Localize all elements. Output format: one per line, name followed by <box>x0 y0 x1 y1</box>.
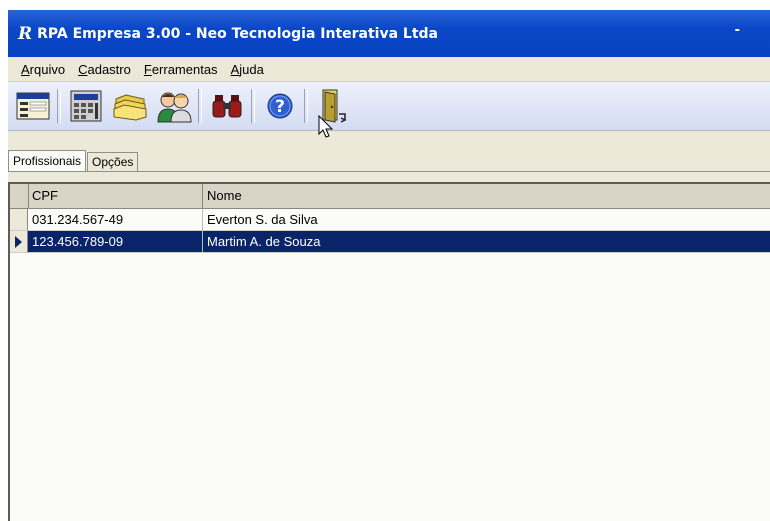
tab-profissionais[interactable]: Profissionais <box>8 150 87 172</box>
help-icon[interactable]: ? <box>261 87 299 125</box>
menu-ferramentas[interactable]: Ferramentas <box>144 62 218 77</box>
row-indicator[interactable] <box>10 231 28 253</box>
mouse-cursor-icon <box>318 114 334 144</box>
people-icon[interactable] <box>155 87 193 125</box>
calculator-icon[interactable] <box>67 87 105 125</box>
tab-divider <box>8 171 770 172</box>
cell-cpf[interactable]: 123.456.789-09 <box>28 231 203 253</box>
toolbar-separator <box>304 89 308 123</box>
binoculars-icon[interactable] <box>208 87 246 125</box>
row-indicator[interactable] <box>10 209 28 231</box>
app-logo-icon: R <box>18 23 33 44</box>
menu-bar: Arquivo Cadastro Ferramentas Ajuda <box>8 57 770 82</box>
form-icon[interactable] <box>14 87 52 125</box>
menu-arquivo[interactable]: Arquivo <box>21 62 65 77</box>
folders-icon[interactable] <box>111 87 149 125</box>
app-window: R RPA Empresa 3.00 - Neo Tecnologia Inte… <box>8 10 770 521</box>
toolbar-separator <box>57 89 61 123</box>
cell-nome[interactable]: Everton S. da Silva <box>203 209 770 231</box>
toolbar-separator <box>198 89 202 123</box>
cell-cpf[interactable]: 031.234.567-49 <box>28 209 203 231</box>
table-row[interactable]: 031.234.567-49 Everton S. da Silva <box>10 209 770 231</box>
toolbar-separator <box>251 89 255 123</box>
menu-ajuda[interactable]: Ajuda <box>231 62 264 77</box>
professionals-grid[interactable]: CPF Nome 031.234.567-49 Everton S. da Si… <box>8 182 770 521</box>
svg-text:?: ? <box>275 97 285 117</box>
tab-opcoes[interactable]: Opções <box>87 152 139 172</box>
window-title: RPA Empresa 3.00 - Neo Tecnologia Intera… <box>37 25 438 42</box>
menu-cadastro[interactable]: Cadastro <box>78 62 131 77</box>
row-indicator-header <box>10 184 29 208</box>
column-header-cpf[interactable]: CPF <box>28 184 203 208</box>
table-row-selected[interactable]: 123.456.789-09 Martim A. de Souza <box>10 231 770 253</box>
grid-header: CPF Nome <box>10 184 770 209</box>
toolbar: ? <box>8 82 770 131</box>
tab-strip: Profissionais Opções <box>8 150 139 172</box>
title-bar[interactable]: R RPA Empresa 3.00 - Neo Tecnologia Inte… <box>8 10 770 57</box>
cell-nome[interactable]: Martim A. de Souza <box>203 231 770 253</box>
column-header-nome[interactable]: Nome <box>203 184 770 208</box>
minimize-button[interactable]: - <box>735 21 740 39</box>
current-row-arrow-icon <box>15 236 22 248</box>
